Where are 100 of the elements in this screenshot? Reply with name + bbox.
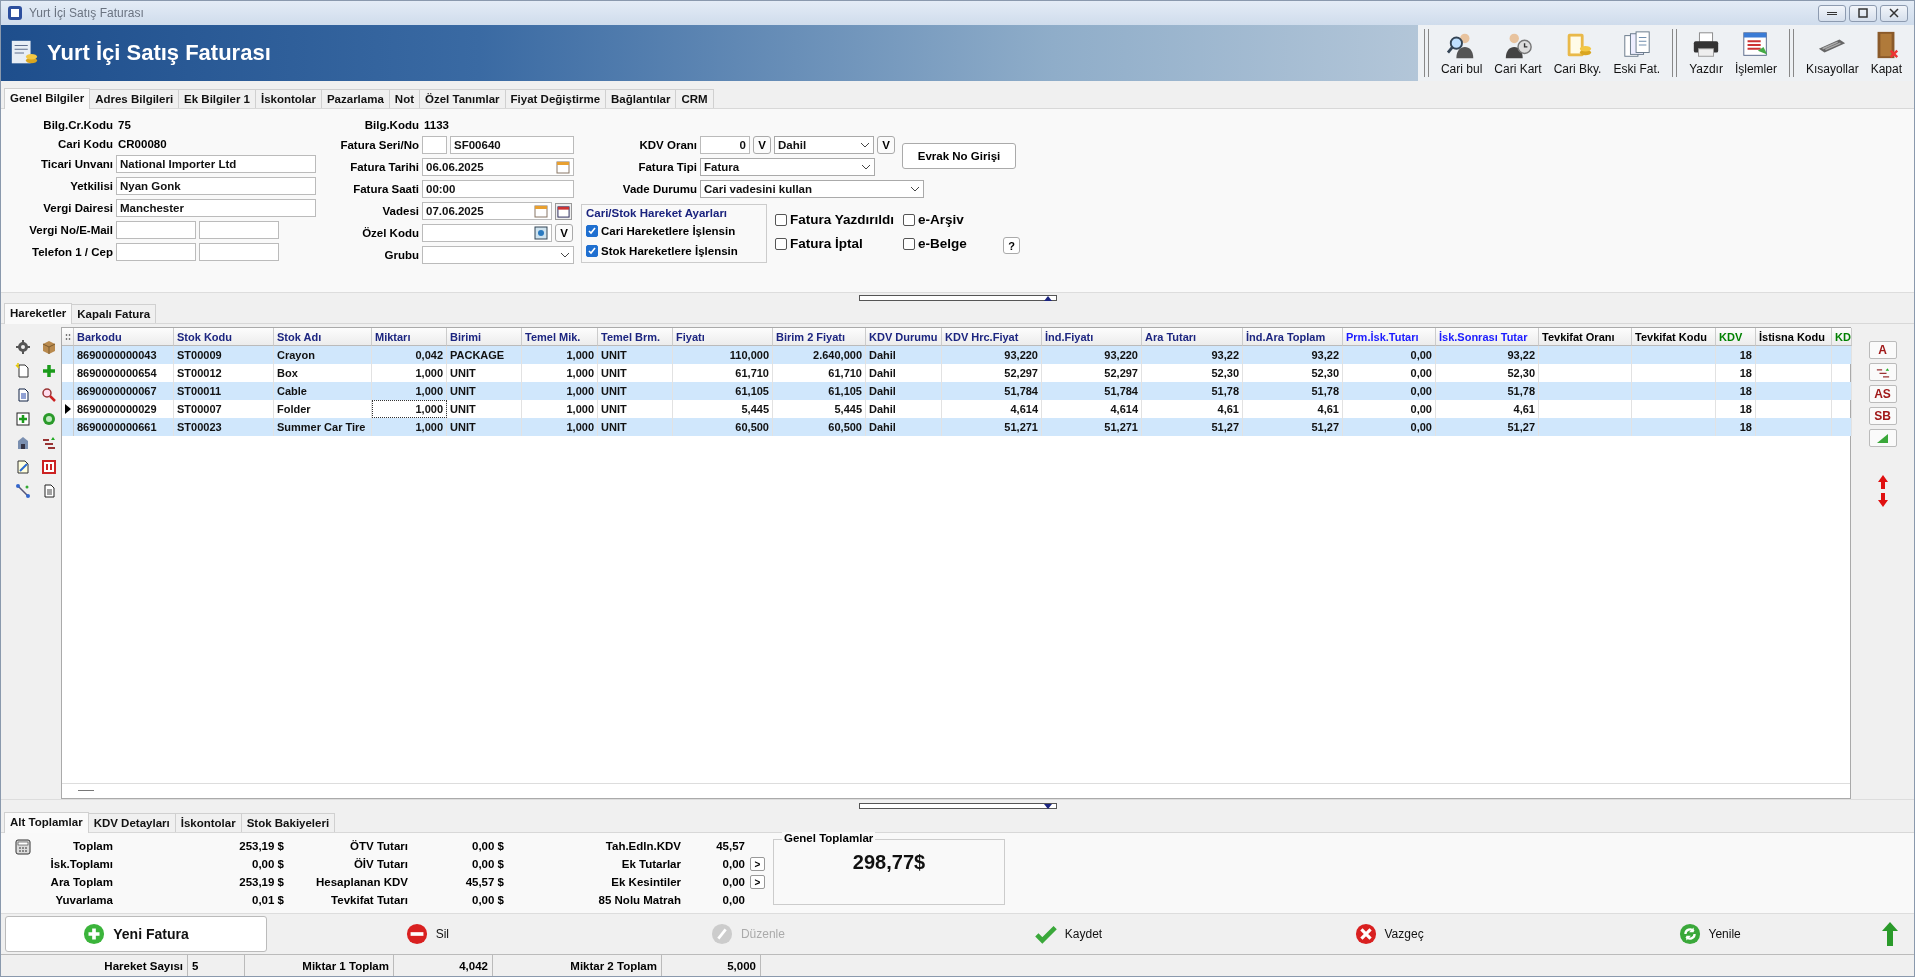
spell-check-button[interactable]: [1868, 363, 1897, 381]
side-tool-button[interactable]: A: [1868, 341, 1897, 359]
side-tool-button[interactable]: SB: [1868, 407, 1897, 425]
tab[interactable]: Alt Toplamlar: [4, 812, 89, 833]
toolbar-button[interactable]: Cari Bky.: [1547, 25, 1608, 81]
column-header[interactable]: Fiyatı: [673, 328, 773, 346]
column-header[interactable]: KDV Hrc.Fiyat: [942, 328, 1042, 346]
splitter-handle[interactable]: [858, 295, 1057, 301]
calculator-icon[interactable]: [15, 839, 31, 855]
dropdown[interactable]: Dahil: [774, 136, 874, 154]
lookup-button[interactable]: V: [753, 136, 771, 154]
text-field[interactable]: 0: [700, 136, 750, 154]
text-field[interactable]: [116, 243, 196, 261]
column-header[interactable]: Prm.İsk.Tutarı: [1343, 328, 1436, 346]
side-tool-button[interactable]: AS: [1868, 385, 1897, 403]
add-page-icon[interactable]: [15, 411, 31, 427]
column-header[interactable]: Miktarı: [372, 328, 447, 346]
pause-icon[interactable]: [41, 459, 57, 475]
column-header[interactable]: Stok Kodu: [174, 328, 274, 346]
action-button[interactable]: Sil: [267, 916, 588, 952]
date-field[interactable]: 07.06.2025: [422, 202, 552, 220]
action-button[interactable]: Yeni Fatura: [5, 916, 267, 952]
calendar-button[interactable]: [555, 202, 572, 220]
action-button[interactable]: Kaydet: [908, 916, 1229, 952]
checkbox[interactable]: [903, 213, 915, 226]
text-field[interactable]: Nyan Gonk: [116, 177, 316, 195]
column-header[interactable]: Temel Mik.: [522, 328, 598, 346]
tab[interactable]: Bağlantılar: [605, 89, 677, 108]
toolbar-button[interactable]: İşlemler: [1728, 25, 1783, 81]
toolbar-button[interactable]: Cari Kart: [1488, 25, 1548, 81]
column-header[interactable]: Tevkifat Oranı: [1539, 328, 1632, 346]
text-field[interactable]: SF00640: [450, 136, 574, 154]
dropdown[interactable]: Cari vadesini kullan: [700, 180, 924, 198]
lookup-button[interactable]: V: [877, 136, 895, 154]
tab[interactable]: Stok Bakiyeleri: [240, 813, 336, 832]
building-icon[interactable]: [15, 435, 31, 451]
column-header[interactable]: Barkodu: [74, 328, 174, 346]
checkbox[interactable]: [586, 224, 598, 237]
column-header[interactable]: KD: [1832, 328, 1852, 346]
checkbox[interactable]: [903, 237, 915, 250]
text-field[interactable]: Manchester: [116, 199, 316, 217]
expand-button[interactable]: >: [750, 857, 765, 871]
column-header[interactable]: Birimi: [447, 328, 522, 346]
text-field[interactable]: [199, 221, 279, 239]
tab[interactable]: Hareketler: [4, 303, 73, 324]
page-edit-icon[interactable]: [15, 459, 31, 475]
column-header[interactable]: İnd.Fiyatı: [1042, 328, 1142, 346]
date-field[interactable]: 06.06.2025: [422, 158, 574, 176]
text-field[interactable]: National Importer Ltd: [116, 155, 316, 173]
box-icon[interactable]: [41, 339, 57, 355]
column-header[interactable]: Ara Tutarı: [1142, 328, 1243, 346]
toolbar-button[interactable]: Eski Fat.: [1607, 25, 1667, 81]
checkbox[interactable]: [586, 244, 598, 257]
lookup-button[interactable]: V: [555, 224, 573, 242]
column-header[interactable]: Stok Adı: [274, 328, 372, 346]
splitter-handle[interactable]: [858, 803, 1057, 809]
magnifier-icon[interactable]: [41, 387, 57, 403]
column-header[interactable]: Temel Brm.: [598, 328, 673, 346]
page-icon[interactable]: [15, 387, 31, 403]
toolbar-button[interactable]: Cari bul: [1434, 25, 1489, 81]
text-field[interactable]: [199, 243, 279, 261]
action-button[interactable]: Vazgeç: [1228, 916, 1550, 952]
column-header[interactable]: KDV: [1716, 328, 1756, 346]
lookup-field[interactable]: [422, 224, 552, 242]
triangle-button[interactable]: [1868, 429, 1897, 447]
minimize-button[interactable]: [1818, 4, 1846, 22]
move-down-icon[interactable]: [1877, 493, 1888, 507]
coin-icon[interactable]: [41, 411, 57, 427]
column-header[interactable]: İnd.Ara Toplam: [1243, 328, 1343, 346]
connector-icon[interactable]: [15, 483, 31, 499]
up-arrow-icon[interactable]: [1881, 922, 1898, 946]
maximize-button[interactable]: [1849, 4, 1877, 22]
tab[interactable]: Ek Bilgiler 1: [178, 89, 256, 108]
tab[interactable]: Fiyat Değiştirme: [504, 89, 607, 108]
gear-icon[interactable]: [15, 339, 31, 355]
toolbar-button[interactable]: Kısayollar: [1799, 25, 1865, 81]
checkbox[interactable]: [775, 237, 787, 250]
checkbox[interactable]: [775, 213, 787, 226]
plus-icon[interactable]: [41, 363, 57, 379]
tab[interactable]: Kapalı Fatura: [71, 304, 157, 323]
column-header[interactable]: Birim 2 Fiyatı: [773, 328, 866, 346]
dropdown[interactable]: Fatura: [700, 158, 875, 176]
document-number-button[interactable]: Evrak No Girişi: [902, 143, 1016, 169]
tab[interactable]: Adres Bilgileri: [89, 89, 180, 108]
action-button[interactable]: Yenile: [1549, 916, 1870, 952]
column-header[interactable]: İsk.Sonrası Tutar: [1436, 328, 1539, 346]
new-page-icon[interactable]: [15, 363, 31, 379]
toolbar-button[interactable]: Yazdır: [1683, 25, 1729, 81]
toolbar-button[interactable]: Kapat: [1864, 25, 1908, 81]
text-field[interactable]: 00:00: [422, 180, 574, 198]
column-header[interactable]: KDV Durumu: [866, 328, 942, 346]
column-header[interactable]: Tevkifat Kodu: [1632, 328, 1716, 346]
column-header[interactable]: İstisna Kodu: [1756, 328, 1832, 346]
picture-search-icon[interactable]: [534, 226, 548, 240]
tab[interactable]: Genel Bilgiler: [4, 88, 91, 109]
tab[interactable]: KDV Detayları: [87, 813, 176, 832]
move-up-icon[interactable]: [1877, 475, 1888, 489]
text-field[interactable]: [116, 221, 196, 239]
text-field[interactable]: [422, 136, 447, 154]
close-button[interactable]: [1880, 4, 1908, 22]
